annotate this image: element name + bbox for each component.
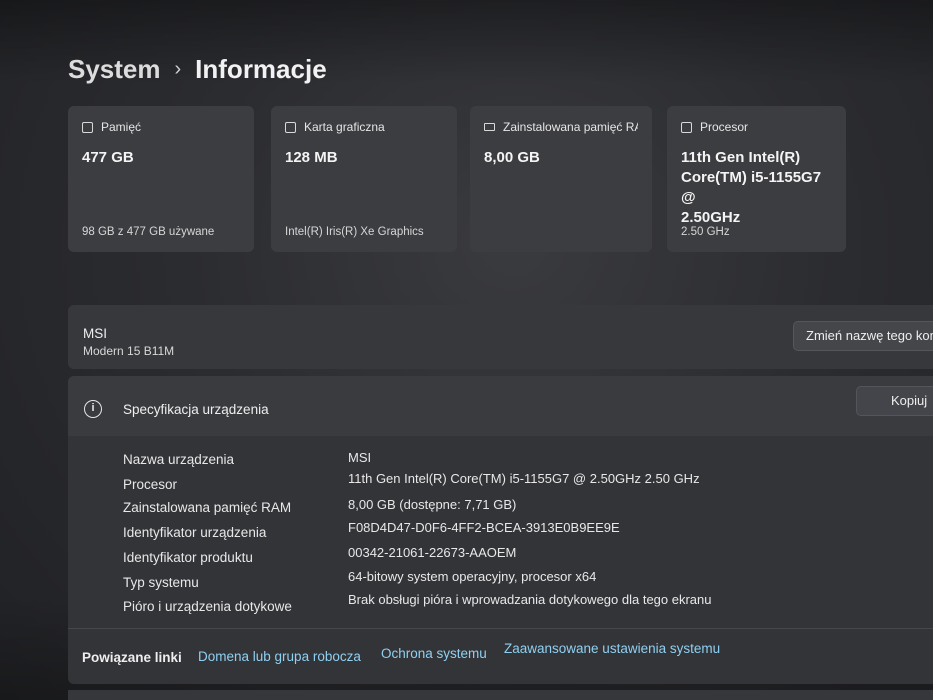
copy-button[interactable]: Kopiuj	[856, 386, 933, 416]
spec-value: 11th Gen Intel(R) Core(TM) i5-1155G7 @ 2…	[348, 471, 700, 486]
breadcrumb-system[interactable]: System	[68, 54, 161, 85]
display-icon	[285, 121, 296, 133]
spec-value: 8,00 GB (dostępne: 7,71 GB)	[348, 497, 517, 512]
spec-label: Typ systemu	[123, 575, 199, 590]
card-processor-label: Procesor	[700, 120, 749, 134]
spec-value: MSI	[348, 450, 372, 465]
card-processor-value-line: Core(TM) i5-1155G7 @	[681, 169, 822, 206]
card-graphics-sub: Intel(R) Iris(R) Xe Graphics	[285, 226, 424, 238]
link-system-protection[interactable]: Ochrona systemu	[381, 646, 487, 661]
card-ram[interactable]: Zainstalowana pamięć RAM 8,00 GB	[470, 106, 652, 252]
card-graphics[interactable]: Karta graficzna 128 MB Intel(R) Iris(R) …	[271, 106, 457, 252]
storage-icon	[82, 121, 93, 133]
device-name: MSI	[83, 326, 108, 341]
card-storage-sub: 98 GB z 477 GB używane	[82, 226, 215, 238]
device-model: Modern 15 B11M	[83, 344, 175, 358]
card-processor-sub: 2.50 GHz	[681, 226, 730, 238]
spec-value: 64-bitowy system operacyjny, procesor x6…	[348, 569, 597, 584]
spec-label: Procesor	[123, 477, 178, 492]
link-domain-workgroup[interactable]: Domena lub grupa robocza	[198, 649, 361, 664]
spec-label: Identyfikator urządzenia	[123, 525, 267, 540]
related-links-label: Powiązane linki	[82, 650, 182, 665]
spec-label: Nazwa urządzenia	[123, 452, 235, 467]
divider	[68, 628, 933, 629]
card-processor-value-line: 11th Gen Intel(R)	[681, 149, 801, 166]
card-storage-value: 477 GB	[82, 149, 134, 166]
card-processor-value: 11th Gen Intel(R) Core(TM) i5-1155G7 @ 2…	[681, 148, 832, 228]
link-advanced-system-settings[interactable]: Zaawansowane ustawienia systemu	[504, 641, 720, 656]
spec-value: 00342-21061-22673-AAOEM	[348, 545, 517, 560]
processor-icon	[681, 121, 692, 133]
chevron-right-icon: ›	[174, 58, 182, 80]
card-ram-value: 8,00 GB	[484, 149, 540, 166]
spec-value: Brak obsługi pióra i wprowadzania dotyko…	[348, 592, 712, 607]
device-spec-header[interactable]: i Specyfikacja urządzenia	[68, 376, 933, 436]
spec-label: Pióro i urządzenia dotykowe	[123, 599, 292, 614]
device-spec-title: Specyfikacja urządzenia	[123, 402, 269, 417]
card-processor[interactable]: Procesor 11th Gen Intel(R) Core(TM) i5-1…	[667, 106, 846, 252]
ram-icon	[484, 123, 495, 131]
page-title: Informacje	[195, 54, 327, 84]
rename-pc-button[interactable]: Zmień nazwę tego kom	[793, 321, 933, 351]
next-section-edge	[68, 690, 933, 700]
card-graphics-label: Karta graficzna	[304, 120, 385, 134]
card-ram-label: Zainstalowana pamięć RAM	[503, 120, 638, 134]
card-graphics-value: 128 MB	[285, 149, 338, 166]
card-storage-label: Pamięć	[101, 120, 142, 134]
spec-value: F08D4D47-D0F6-4FF2-BCEA-3913E0B9EE9E	[348, 520, 620, 535]
spec-label: Identyfikator produktu	[123, 550, 253, 565]
card-storage[interactable]: Pamięć 477 GB 98 GB z 477 GB używane	[68, 106, 254, 252]
info-icon: i	[84, 400, 102, 418]
card-processor-value-line: 2.50GHz	[681, 209, 741, 226]
breadcrumb: System › Informacje	[68, 54, 327, 85]
spec-label: Zainstalowana pamięć RAM	[123, 500, 292, 515]
